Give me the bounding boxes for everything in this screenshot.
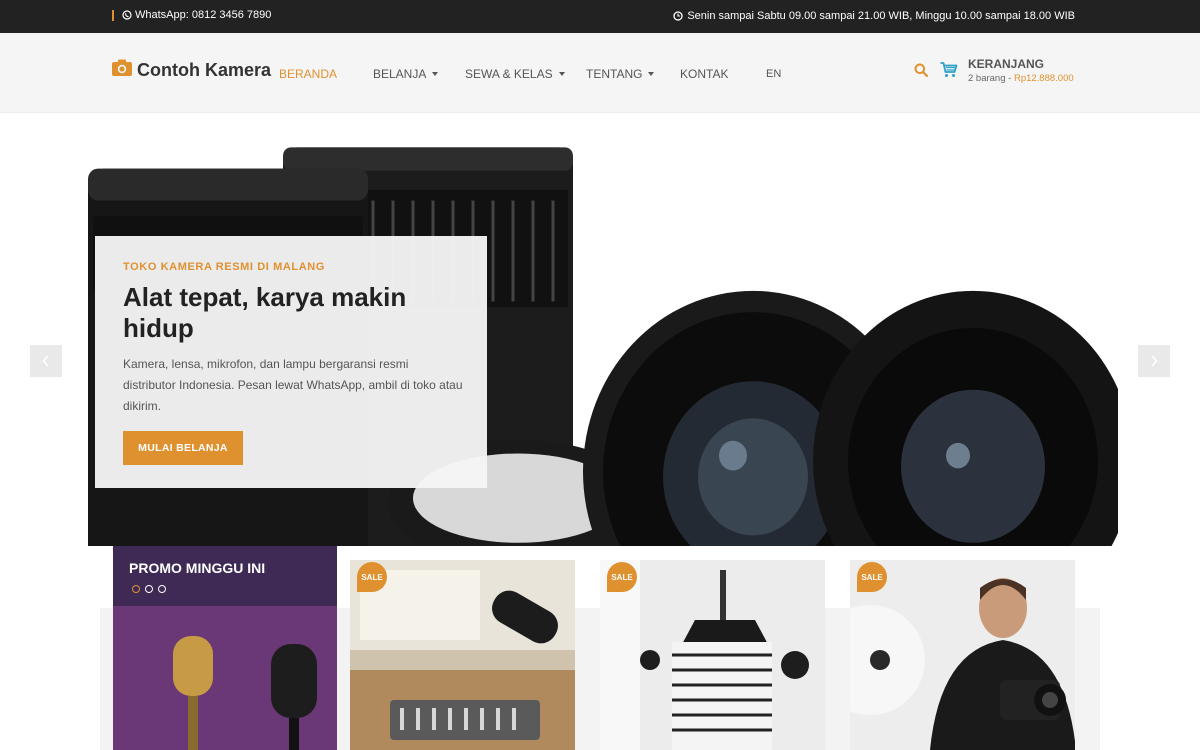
slider-prev-button[interactable] [30,345,62,377]
slider-next-button[interactable] [1138,345,1170,377]
camera-icon [112,59,132,81]
chevron-left-icon [42,355,49,367]
hero-title: Alat tepat, karya makin hidup [123,282,407,343]
product-image-photographer [850,560,1075,750]
main-nav: BERANDA BELANJA SEWA & KELAS TENTANG KON… [279,67,781,81]
promo-image-microphone [113,546,337,750]
cart-total: Rp12.888.000 [1013,73,1074,84]
product-card[interactable]: SALE [850,560,1075,750]
hero-description: Kamera, lensa, mikrofon, dan lampu berga… [123,357,463,413]
opening-hours-text: Senin sampai Sabtu 09.00 sampai 21.00 WI… [687,10,1075,22]
slider-dot-active[interactable] [132,585,140,593]
nav-label: TENTANG [586,67,643,81]
cart-count: 2 barang - [968,73,1012,84]
nav-item-belanja[interactable]: BELANJA [373,67,465,81]
product-image-microphone-mixer [350,560,575,750]
cart-icon [940,62,958,84]
top-bar: WhatsApp: 0812 3456 7890 Senin sampai Sa… [0,0,1200,33]
slider-dot[interactable] [158,585,166,593]
nav-item-sewa-kelas[interactable]: SEWA & KELAS [465,67,586,81]
hero-slider: TOKO KAMERA RESMI DI MALANG Alat tepat, … [0,114,1200,546]
logo-text: Contoh Kamera [137,59,272,80]
slider-dot[interactable] [145,585,153,593]
search-icon[interactable] [914,63,929,82]
site-header: Contoh Kamera BERANDA BELANJA SEWA & KEL… [0,33,1200,113]
clock-icon [673,11,683,21]
hero-kicker: TOKO KAMERA RESMI DI MALANG [123,261,325,273]
product-card[interactable]: SALE [600,560,825,750]
nav-item-beranda[interactable]: BERANDA [279,67,373,81]
product-image-studio-lighting [600,560,825,750]
caret-down-icon [648,72,655,76]
sale-badge: SALE [857,562,887,592]
chevron-right-icon [1151,355,1158,367]
divider [112,9,114,21]
caret-down-icon [558,72,565,76]
cart-widget[interactable]: KERANJANG 2 barang - Rp12.888.000 [940,57,1074,84]
nav-label: SEWA & KELAS [465,67,553,81]
contact-info: WhatsApp: 0812 3456 7890 [112,9,271,21]
nav-item-kontak[interactable]: KONTAK [680,67,766,81]
sale-badge: SALE [607,562,637,592]
cart-title: KERANJANG [968,57,1045,71]
promo-slider-dots [132,585,166,593]
nav-item-tentang[interactable]: TENTANG [586,67,680,81]
start-shopping-button[interactable]: MULAI BELANJA [123,431,243,465]
opening-hours: Senin sampai Sabtu 09.00 sampai 21.00 WI… [673,10,1075,22]
promo-slide[interactable]: PROMO MINGGU INI [113,546,337,750]
nav-label: EN [766,68,782,80]
whatsapp-icon [122,10,132,20]
site-logo[interactable]: Contoh Kamera [112,59,271,81]
promo-section: PROMO MINGGU INI SALE SALE SALE [0,546,1200,750]
nav-label: BERANDA [279,67,338,81]
nav-label: BELANJA [373,67,427,81]
product-card[interactable]: SALE [350,560,575,750]
hero-caption: TOKO KAMERA RESMI DI MALANG Alat tepat, … [95,236,487,488]
nav-label: KONTAK [680,67,729,81]
caret-down-icon [432,72,439,76]
whatsapp-number[interactable]: WhatsApp: 0812 3456 7890 [135,9,271,21]
sale-badge: SALE [357,562,387,592]
cart-summary: 2 barang - Rp12.888.000 [968,73,1074,84]
promo-title: PROMO MINGGU INI [129,560,266,576]
language-switch-en[interactable]: EN [766,67,781,81]
